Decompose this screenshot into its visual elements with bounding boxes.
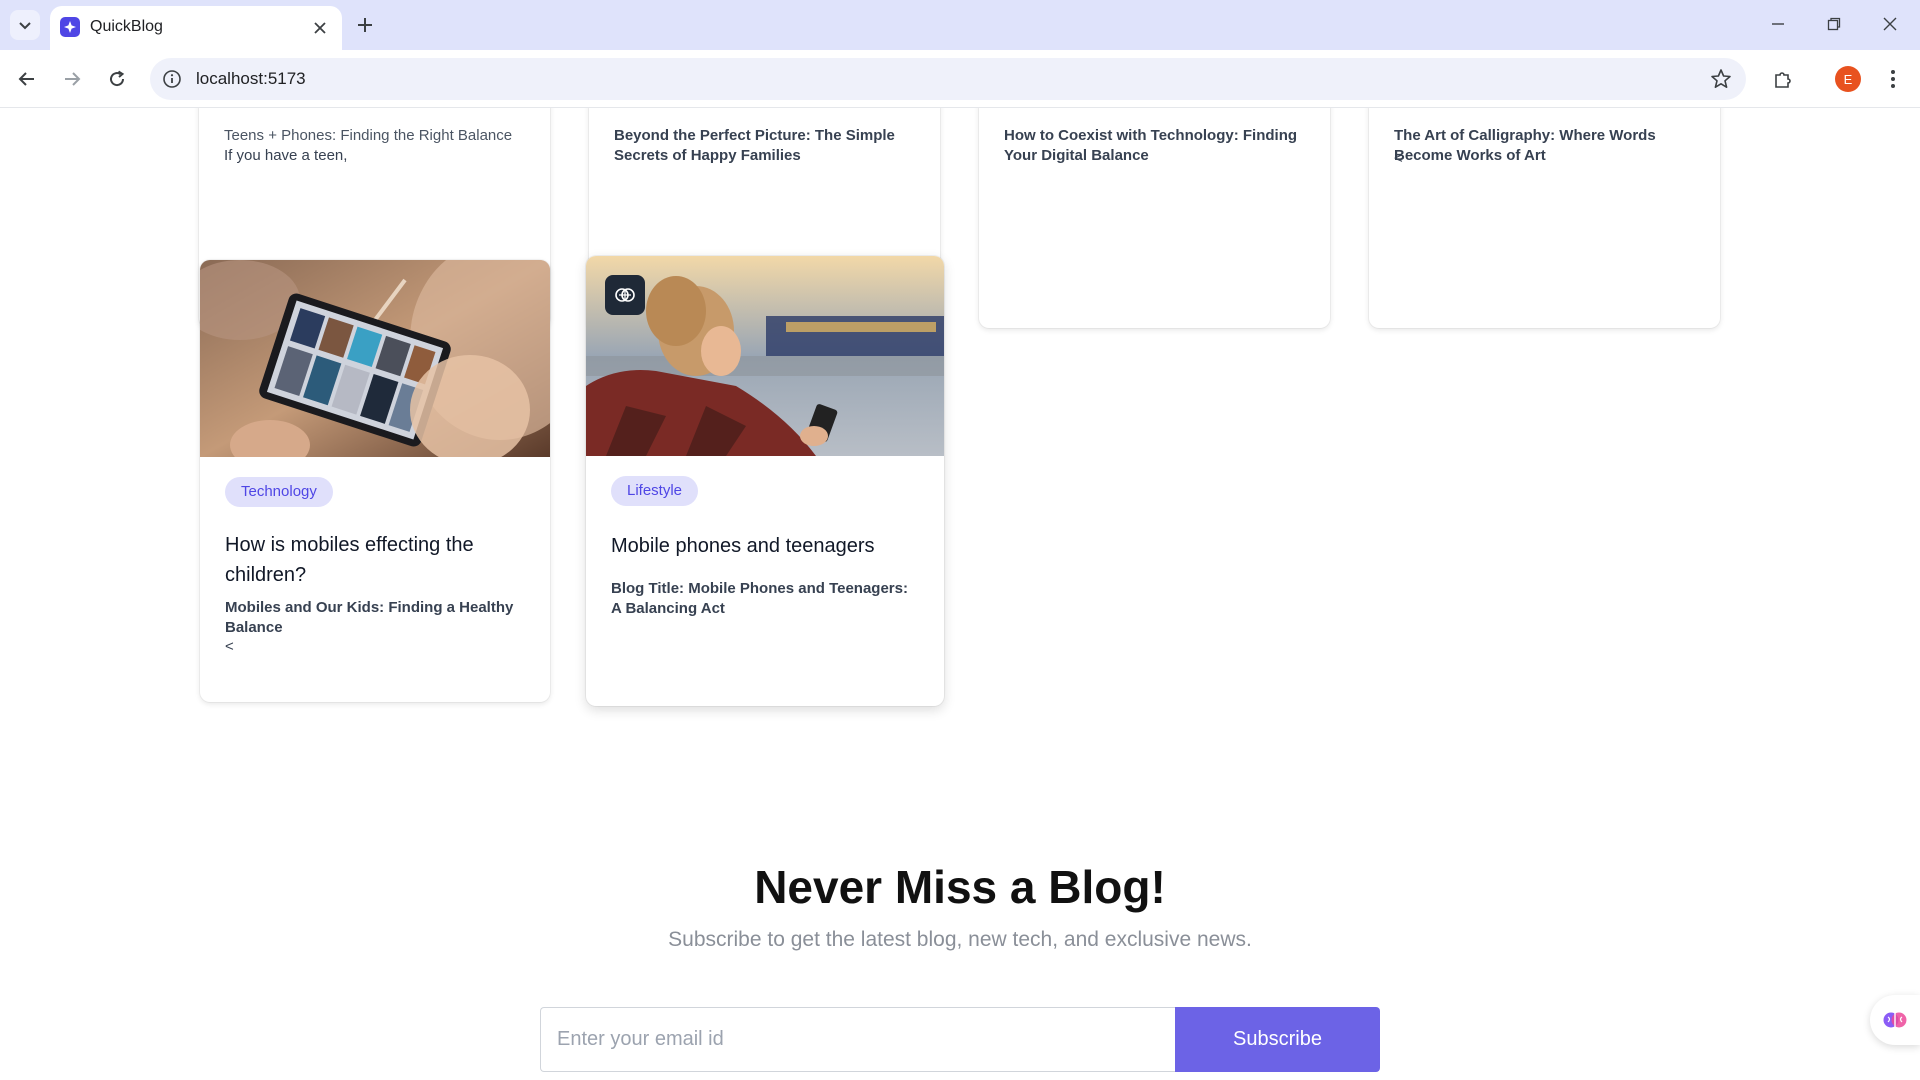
puzzle-icon xyxy=(1775,72,1791,88)
close-icon xyxy=(314,22,326,34)
blog-card-lifestyle[interactable]: Lifestyle Mobile phones and teenagers Bl… xyxy=(586,256,944,706)
close-icon xyxy=(1883,17,1897,31)
more-vertical-icon xyxy=(1891,70,1895,88)
chevron-down-icon xyxy=(19,22,31,30)
tablet-photo-icon xyxy=(200,260,550,457)
card-summary-title: How to Coexist with Technology: Finding … xyxy=(1004,127,1298,164)
new-tab-button[interactable] xyxy=(350,10,380,40)
plus-icon xyxy=(358,18,372,32)
profile-avatar[interactable]: E xyxy=(1835,66,1861,92)
tab-search-button[interactable] xyxy=(10,10,40,40)
back-button[interactable] xyxy=(10,62,44,96)
minimize-window-button[interactable] xyxy=(1750,0,1806,48)
card-title[interactable]: How is mobiles effecting the children? xyxy=(225,530,525,590)
reload-button[interactable] xyxy=(100,62,134,96)
browser-menu-button[interactable] xyxy=(1876,62,1910,96)
card-extra: < xyxy=(225,638,234,655)
card-subtitle: Blog Title: Mobile Phones and Teenagers:… xyxy=(611,580,908,617)
restore-icon xyxy=(1827,17,1841,31)
brain-icon xyxy=(615,288,635,302)
card-summary-title: The Art of Calligraphy: Where Words Beco… xyxy=(1394,127,1656,164)
card-subtitle: Mobiles and Our Kids: Finding a Healthy … xyxy=(225,599,514,636)
reload-icon xyxy=(110,70,125,87)
extensions-button[interactable] xyxy=(1766,62,1800,96)
blog-card[interactable]: The Art of Calligraphy: Where Words Beco… xyxy=(1369,108,1720,328)
blog-card-technology[interactable]: Technology How is mobiles effecting the … xyxy=(200,260,550,702)
address-bar[interactable]: localhost:5173 xyxy=(150,58,1746,100)
category-tag[interactable]: Lifestyle xyxy=(611,476,699,506)
tab-close-button[interactable] xyxy=(308,16,332,40)
newsletter-heading: Never Miss a Blog! xyxy=(754,861,1166,913)
card-summary-text: If you have a teen, xyxy=(224,147,348,164)
brain-icon xyxy=(1883,1012,1907,1028)
blog-card[interactable]: How to Coexist with Technology: Finding … xyxy=(979,108,1330,328)
card-image-tablet xyxy=(200,260,550,457)
subscribe-button[interactable]: Subscribe xyxy=(1175,1007,1380,1072)
browser-toolbar: localhost:5173 E xyxy=(0,50,1920,108)
card-title[interactable]: Mobile phones and teenagers xyxy=(611,531,911,561)
forward-button[interactable] xyxy=(55,62,89,96)
quickblog-favicon-icon xyxy=(60,17,80,37)
newsletter-subheading: Subscribe to get the latest blog, new te… xyxy=(668,928,1252,951)
url-text[interactable]: localhost:5173 xyxy=(196,69,306,89)
card-summary-title: Beyond the Perfect Picture: The Simple S… xyxy=(614,127,895,164)
floating-ai-button[interactable] xyxy=(1870,995,1920,1045)
restore-window-button[interactable] xyxy=(1806,0,1862,48)
card-summary-extra: < xyxy=(1394,150,1403,167)
minimize-icon xyxy=(1772,23,1784,25)
browser-tab-active[interactable]: QuickBlog xyxy=(50,6,342,50)
bookmark-star-icon[interactable] xyxy=(1710,68,1732,90)
ai-summary-button[interactable] xyxy=(605,275,645,315)
arrow-right-icon xyxy=(65,72,81,86)
card-summary-title: Teens + Phones: Finding the Right Balanc… xyxy=(224,127,513,144)
browser-tabbar: QuickBlog xyxy=(0,0,1920,50)
tab-title: QuickBlog xyxy=(90,18,163,35)
close-window-button[interactable] xyxy=(1862,0,1918,48)
category-tag[interactable]: Technology xyxy=(225,477,333,507)
arrow-left-icon xyxy=(18,72,34,86)
info-icon[interactable] xyxy=(162,69,182,89)
email-input[interactable] xyxy=(540,1007,1176,1072)
